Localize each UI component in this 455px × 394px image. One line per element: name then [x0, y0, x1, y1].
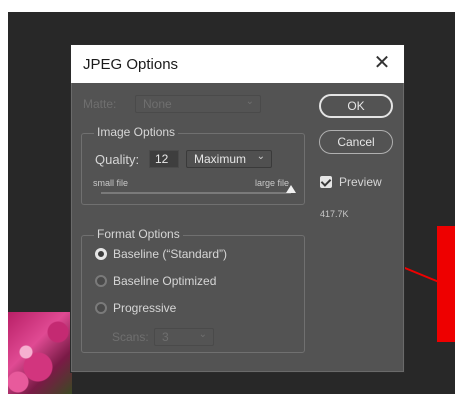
chevron-down-icon: ⌄	[245, 96, 254, 107]
radio-progressive[interactable]	[95, 302, 107, 314]
quality-slider-track[interactable]	[101, 192, 291, 194]
quality-slider-thumb[interactable]	[286, 185, 296, 193]
format-options-group: Format Options Baseline (“Standard”) Bas…	[81, 227, 305, 353]
format-options-title: Format Options	[94, 227, 183, 241]
dialog-titlebar: JPEG Options ✕	[71, 45, 404, 83]
small-file-label: small file	[93, 178, 129, 188]
chevron-down-icon: ⌄	[256, 151, 265, 162]
cancel-button[interactable]: Cancel	[319, 130, 393, 154]
large-file-label: large file	[255, 178, 290, 188]
image-options-title: Image Options	[94, 125, 179, 139]
quality-input[interactable]: 12	[149, 150, 179, 168]
radio-baseline-optimized[interactable]	[95, 275, 107, 287]
scans-select[interactable]: 3 ⌄	[154, 328, 214, 346]
radio-label-baseline-optimized: Baseline Optimized	[113, 274, 217, 288]
radio-baseline-standard[interactable]	[95, 248, 107, 260]
jpeg-options-dialog: JPEG Options ✕ Matte: None ⌄ Image Optio…	[70, 44, 405, 373]
dialog-title: JPEG Options	[83, 56, 179, 73]
scans-label: Scans:	[112, 330, 149, 344]
ok-button[interactable]: OK	[319, 94, 393, 118]
matte-value: None	[143, 97, 172, 111]
chevron-down-icon: ⌄	[198, 329, 207, 340]
preview-checkbox[interactable]	[320, 176, 332, 188]
scans-value: 3	[162, 330, 169, 344]
file-size-readout: 417.7K	[320, 209, 349, 219]
quality-preset-value: Maximum	[194, 152, 247, 166]
annotation-red-box	[437, 226, 455, 342]
quality-preset-select[interactable]: Maximum ⌄	[186, 150, 272, 168]
matte-select[interactable]: None ⌄	[135, 95, 261, 113]
document-image-thumbnail	[8, 312, 72, 394]
quality-label: Quality:	[95, 152, 140, 167]
radio-label-progressive: Progressive	[113, 301, 177, 315]
image-options-group: Image Options Quality: 12 Maximum ⌄ smal…	[81, 125, 305, 205]
radio-label-baseline-standard: Baseline (“Standard”)	[113, 247, 228, 261]
close-icon[interactable]: ✕	[372, 52, 392, 74]
preview-label: Preview	[339, 175, 382, 189]
matte-label: Matte:	[83, 97, 117, 111]
